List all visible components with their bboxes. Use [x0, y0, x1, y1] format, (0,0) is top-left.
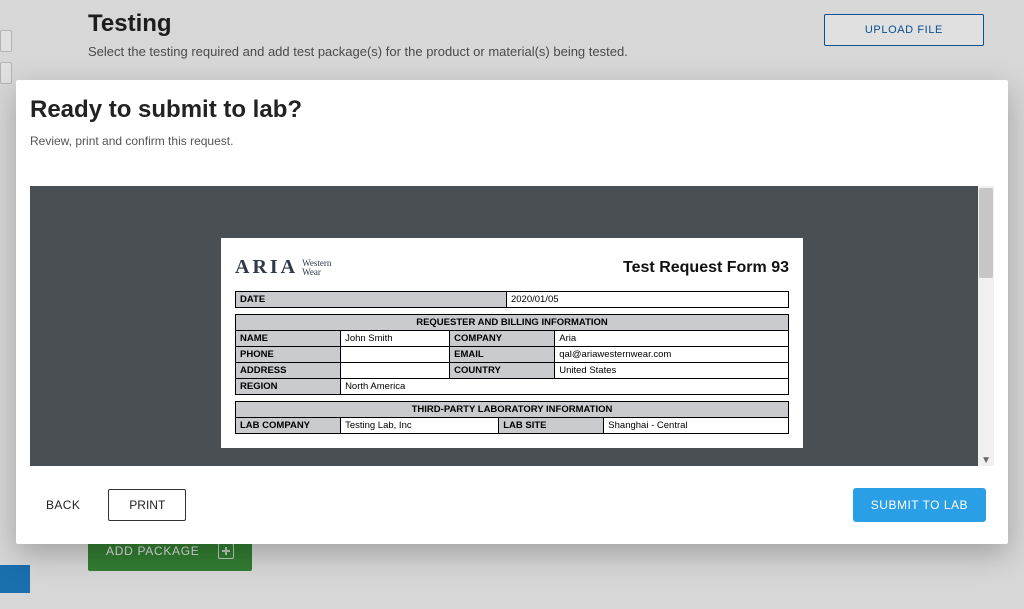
- address-label: ADDRESS: [236, 363, 341, 379]
- phone-value: [341, 347, 450, 363]
- lab-table: THIRD-PARTY LABORATORY INFORMATION LAB C…: [235, 401, 789, 434]
- scroll-down-icon[interactable]: ▼: [981, 455, 991, 466]
- modal-overlay: Ready to submit to lab? Review, print an…: [0, 0, 1024, 609]
- logo-main: ARIA: [235, 256, 298, 279]
- labcompany-value: Testing Lab, Inc: [341, 418, 499, 434]
- email-value: qal@ariawesternwear.com: [555, 347, 789, 363]
- doc-title: Test Request Form 93: [623, 259, 789, 277]
- address-value: [341, 363, 450, 379]
- modal-header: Ready to submit to lab? Review, print an…: [16, 80, 1008, 158]
- email-label: EMAIL: [450, 347, 555, 363]
- date-value: 2020/01/05: [506, 292, 788, 308]
- country-label: COUNTRY: [450, 363, 555, 379]
- scroll-thumb[interactable]: [979, 188, 993, 278]
- company-label: COMPANY: [450, 331, 555, 347]
- region-value: North America: [341, 379, 789, 395]
- date-table: DATE 2020/01/05: [235, 291, 789, 308]
- requester-table: REQUESTER AND BILLING INFORMATION NAME J…: [235, 314, 789, 395]
- modal-subtitle: Review, print and confirm this request.: [30, 134, 994, 148]
- country-value: United States: [555, 363, 789, 379]
- region-label: REGION: [236, 379, 341, 395]
- scrollbar[interactable]: ▲ ▼: [978, 186, 994, 466]
- submit-modal: Ready to submit to lab? Review, print an…: [16, 80, 1008, 544]
- submit-to-lab-button[interactable]: SUBMIT TO LAB: [853, 488, 986, 522]
- doc-header: ARIA Western Wear Test Request Form 93: [235, 256, 789, 279]
- company-value: Aria: [555, 331, 789, 347]
- document-preview[interactable]: ▲ ▼ ARIA Western Wear Test Request Form …: [30, 186, 994, 466]
- requester-section: REQUESTER AND BILLING INFORMATION: [236, 315, 789, 331]
- modal-footer: BACK PRINT SUBMIT TO LAB: [16, 466, 1008, 544]
- labcompany-label: LAB COMPANY: [236, 418, 341, 434]
- document-page: ARIA Western Wear Test Request Form 93 D…: [221, 238, 803, 448]
- brand-logo: ARIA Western Wear: [235, 256, 331, 279]
- date-label: DATE: [236, 292, 507, 308]
- print-button[interactable]: PRINT: [108, 489, 186, 521]
- footer-left: BACK PRINT: [46, 489, 186, 521]
- modal-title: Ready to submit to lab?: [30, 96, 994, 124]
- phone-label: PHONE: [236, 347, 341, 363]
- labsite-label: LAB SITE: [499, 418, 604, 434]
- back-button[interactable]: BACK: [46, 498, 80, 512]
- lab-section: THIRD-PARTY LABORATORY INFORMATION: [236, 402, 789, 418]
- name-value: John Smith: [341, 331, 450, 347]
- labsite-value: Shanghai - Central: [604, 418, 789, 434]
- logo-sub2: Wear: [302, 268, 331, 277]
- name-label: NAME: [236, 331, 341, 347]
